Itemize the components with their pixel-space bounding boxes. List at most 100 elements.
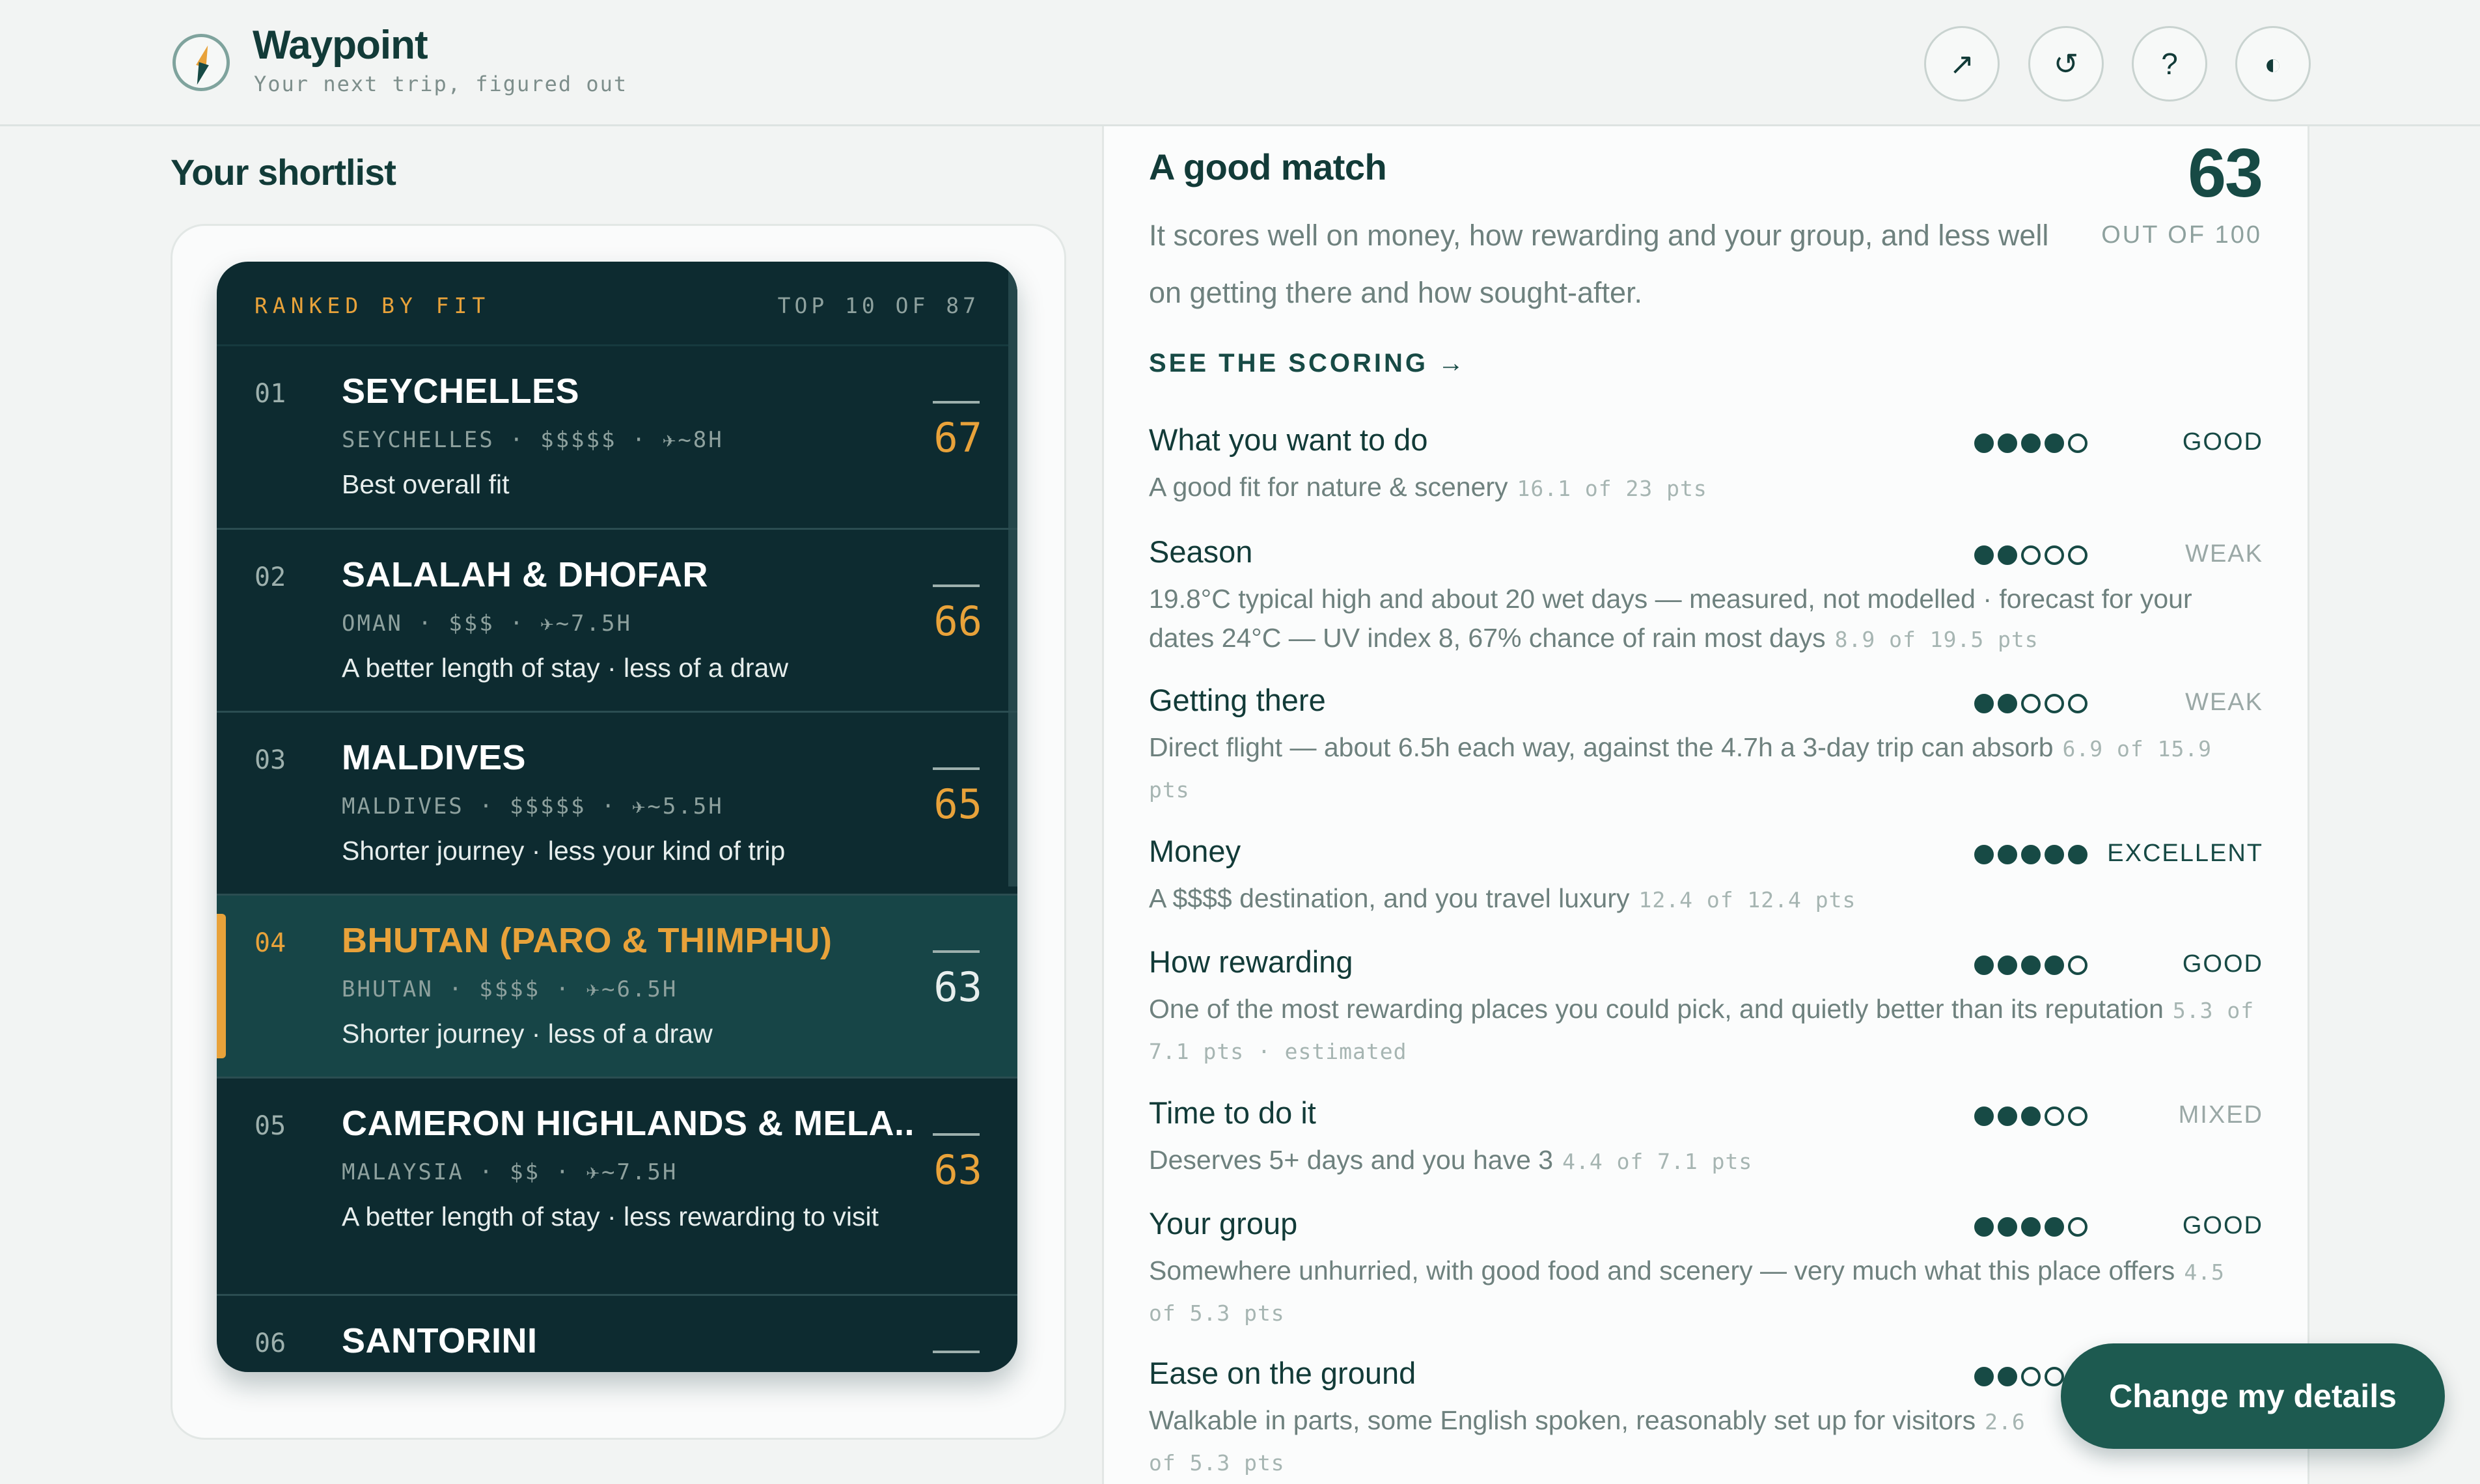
destination-name: SEYCHELLES — [342, 372, 580, 411]
destination-row[interactable]: 02 SALALAH & DHOFAR OMAN · $$$ · ✈~7.5H … — [217, 530, 1017, 713]
criterion-rating-label: WEAK — [2185, 689, 2263, 716]
app-subtitle: Your next trip, figured out — [254, 72, 628, 96]
destination-name: SALALAH & DHOFAR — [342, 555, 708, 594]
score-rule — [933, 1133, 980, 1136]
criterion-name: What you want to do — [1149, 422, 1428, 457]
rating-dot-empty — [2068, 433, 2087, 453]
criterion-description: A good fit for nature & scenery 16.1 of 2… — [1149, 467, 2255, 508]
rating-dot-filled — [2021, 1217, 2041, 1237]
destination-meta: MALDIVES · $$$$$ · ✈~5.5H — [342, 793, 724, 819]
criterion-points: 16.1 of 23 pts — [1517, 476, 1707, 501]
rank-number: 02 — [255, 562, 286, 592]
criterion-text: One of the most rewarding places you cou… — [1149, 994, 2164, 1024]
reset-icon: ↺ — [2053, 47, 2079, 81]
destination-score: 67 — [933, 414, 982, 461]
criterion-description: Direct flight — about 6.5h each way, aga… — [1149, 728, 2255, 810]
destination-row[interactable]: 05 CAMERON HIGHLANDS & MELA... MALAYSIA … — [217, 1079, 1017, 1296]
rating-dot-filled — [2068, 845, 2087, 864]
rating-dot-filled — [1998, 955, 2017, 975]
destination-score: 65 — [933, 780, 982, 828]
destination-name: MALDIVES — [342, 738, 527, 777]
match-score: 63 — [2188, 135, 2263, 212]
criterion-text: A $$$$ destination, and you travel luxur… — [1149, 883, 1630, 913]
destination-meta: OMAN · $$$ · ✈~7.5H — [342, 611, 632, 637]
rating-dot-filled — [1998, 1217, 2017, 1237]
count-label: TOP 10 OF 87 — [777, 293, 980, 318]
destination-reason: Shorter journey · less your kind of trip — [342, 836, 786, 866]
destination-row[interactable]: 03 MALDIVES MALDIVES · $$$$$ · ✈~5.5H Sh… — [217, 713, 1017, 896]
rating-dot-filled — [1974, 955, 1994, 975]
destination-name: CAMERON HIGHLANDS & MELA... — [342, 1104, 915, 1143]
rating-dots — [1974, 1217, 2087, 1237]
rating-dots — [1974, 845, 2087, 864]
score-rule — [933, 1351, 980, 1353]
ranked-list-header: RANKED BY FIT TOP 10 OF 87 — [217, 262, 1017, 346]
score-out-of: OUT OF 100 — [2101, 221, 2262, 249]
rating-dot-empty — [2021, 694, 2041, 713]
help-button[interactable]: ? — [2132, 26, 2207, 102]
criterion-rating-label: GOOD — [2182, 1212, 2263, 1239]
ranked-list: RANKED BY FIT TOP 10 OF 87 01 SEYCHELLES… — [217, 262, 1017, 1372]
rating-dot-empty — [2068, 545, 2087, 565]
app-title: Waypoint — [253, 23, 428, 68]
criterion-text: A good fit for nature & scenery — [1149, 472, 1508, 502]
criterion-name: How rewarding — [1149, 944, 1353, 979]
rating-dot-filled — [2045, 955, 2064, 975]
criterion-name: Money — [1149, 834, 1241, 868]
rank-number: 06 — [255, 1328, 286, 1358]
destination-row[interactable]: 01 SEYCHELLES SEYCHELLES · $$$$$ · ✈~8H … — [217, 346, 1017, 530]
criterion-text: Direct flight — about 6.5h each way, aga… — [1149, 732, 2054, 762]
rating-dot-filled — [1974, 845, 1994, 864]
criterion-rating-label: MIXED — [2178, 1101, 2263, 1129]
rating-dot-filled — [2021, 433, 2041, 453]
change-details-button[interactable]: Change my details — [2061, 1343, 2445, 1449]
criterion-name: Getting there — [1149, 683, 1326, 717]
theme-toggle-button[interactable]: ◐ — [2235, 26, 2311, 102]
criterion-points: 8.9 of 19.5 pts — [1834, 627, 2039, 652]
rating-dots — [1974, 1106, 2087, 1126]
rank-number: 01 — [255, 379, 286, 409]
rating-dot-filled — [1998, 1367, 2017, 1386]
rating-dots — [1974, 545, 2087, 565]
criterion-row: How rewarding GOOD One of the most rewardi… — [1149, 942, 2263, 1071]
destination-row-selected[interactable]: 04 BHUTAN (PARO & THIMPHU) BHUTAN · $$$$… — [217, 896, 1017, 1079]
criterion-row: Getting there WEAK Direct flight — about 6… — [1149, 681, 2263, 810]
destination-meta: MALAYSIA · $$ · ✈~7.5H — [342, 1159, 678, 1185]
destination-score: 66 — [933, 598, 982, 645]
share-button[interactable]: ↗ — [1924, 26, 2000, 102]
criterion-name: Season — [1149, 534, 1253, 569]
rating-dot-empty — [2045, 1106, 2064, 1126]
rating-dot-filled — [1998, 694, 2017, 713]
criterion-row: Time to do it MIXED Deserves 5+ days and y… — [1149, 1093, 2263, 1181]
compass-logo-icon — [172, 34, 230, 91]
rating-dot-empty — [2021, 545, 2041, 565]
rating-dot-filled — [1974, 545, 1994, 565]
score-rule — [933, 401, 980, 404]
destination-name: BHUTAN (PARO & THIMPHU) — [342, 921, 833, 960]
rating-dot-filled — [1998, 845, 2017, 864]
start-over-button[interactable]: ↺ — [2028, 26, 2104, 102]
rating-dot-filled — [1998, 433, 2017, 453]
criterion-points: 4.4 of 7.1 pts — [1562, 1149, 1753, 1174]
criterion-description: Somewhere unhurried, with good food and … — [1149, 1251, 2255, 1333]
rating-dot-filled — [1998, 545, 2017, 565]
destination-row[interactable]: 06 SANTORINI — [217, 1296, 1017, 1372]
criterion-text: Deserves 5+ days and you have 3 — [1149, 1145, 1554, 1175]
rank-number: 03 — [255, 745, 286, 775]
destination-meta: SEYCHELLES · $$$$$ · ✈~8H — [342, 427, 724, 453]
rank-number: 05 — [255, 1111, 286, 1141]
criterion-description: A $$$$ destination, and you travel luxur… — [1149, 879, 2255, 920]
destination-reason: Shorter journey · less of a draw — [342, 1019, 713, 1049]
shortlist-heading: Your shortlist — [171, 152, 396, 193]
match-title: A good match — [1149, 146, 1387, 187]
destination-score: 63 — [933, 1146, 982, 1194]
destination-reason: Best overall fit — [342, 469, 510, 499]
rank-number: 04 — [255, 928, 286, 958]
rating-dot-filled — [2021, 955, 2041, 975]
rating-dot-empty — [2045, 694, 2064, 713]
score-rule — [933, 950, 980, 953]
criterion-rating-label: EXCELLENT — [2107, 840, 2263, 867]
rating-dot-empty — [2068, 955, 2087, 975]
see-scoring-link[interactable]: SEE THE SCORING → — [1149, 349, 1467, 378]
criterion-description: 19.8°C typical high and about 20 wet day… — [1149, 579, 2255, 659]
